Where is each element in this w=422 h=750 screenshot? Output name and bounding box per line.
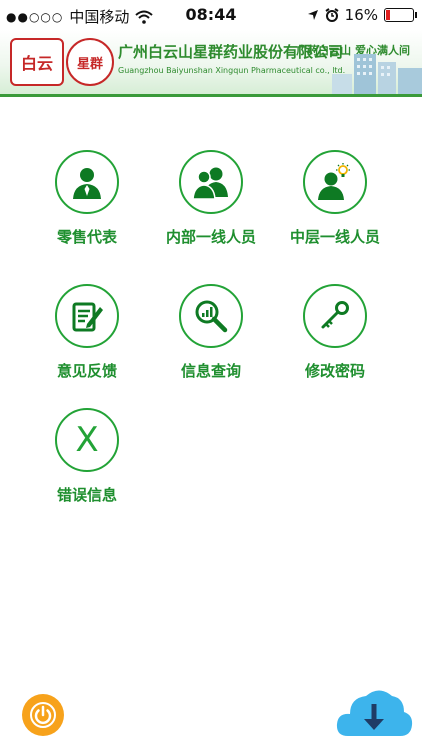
- menu-item-label: 意见反馈: [56, 362, 117, 380]
- menu-item-label: 中层一线人员: [289, 228, 380, 246]
- menu-item-error-info[interactable]: X 错误信息: [22, 408, 152, 505]
- menu-item-icon-circle: [55, 150, 119, 214]
- menu-item-icon-circle: [179, 284, 243, 348]
- menu-item-change-password[interactable]: 修改密码: [270, 284, 400, 381]
- location-arrow-icon: [307, 10, 318, 20]
- buildings-illustration: [332, 54, 422, 94]
- sales-rep-icon: [73, 168, 101, 199]
- x-icon: X: [75, 420, 99, 460]
- battery-icon: [384, 8, 417, 22]
- menu-item-label: 错误信息: [56, 486, 117, 504]
- battery-percent: 16%: [344, 6, 378, 24]
- menu-item-label: 信息查询: [180, 362, 241, 380]
- menu-item-mid-level-staff[interactable]: 中层一线人员: [270, 150, 400, 247]
- menu-item-icon-circle: X: [55, 408, 119, 472]
- cloud-download-icon[interactable]: [334, 682, 414, 742]
- team-icon: [192, 167, 228, 200]
- manager-idea-icon: [318, 163, 350, 200]
- status-bar: ●●○○○ 中国移动 08:44 16%: [0, 0, 422, 30]
- menu-item-feedback[interactable]: 意见反馈: [22, 284, 152, 381]
- menu-item-retail-rep[interactable]: 零售代表: [22, 150, 152, 247]
- status-right: 16%: [307, 6, 417, 24]
- search-chart-icon: [195, 300, 228, 333]
- battery-level: [386, 10, 390, 20]
- brand-seal-logo: 星群: [66, 38, 114, 86]
- feedback-icon: [72, 302, 103, 332]
- company-banner: 白云 星群 广州白云山星群药业股份有限公司 Guangzhou Baiyunsh…: [0, 30, 422, 97]
- alarm-clock-icon: [325, 8, 339, 22]
- key-icon: [321, 301, 349, 329]
- menu-item-icon-circle: [303, 284, 367, 348]
- menu-item-info-query[interactable]: 信息查询: [146, 284, 276, 381]
- menu-item-label: 零售代表: [56, 228, 117, 246]
- menu-item-label: 修改密码: [304, 362, 365, 380]
- menu-item-icon-circle: [179, 150, 243, 214]
- company-logo: 白云: [10, 38, 64, 86]
- menu-item-icon-circle: [55, 284, 119, 348]
- power-icon: [30, 702, 56, 728]
- menu-item-internal-staff[interactable]: 内部一线人员: [146, 150, 276, 247]
- menu-item-label: 内部一线人员: [165, 228, 256, 246]
- power-button[interactable]: [22, 694, 64, 736]
- menu-item-icon-circle: [303, 150, 367, 214]
